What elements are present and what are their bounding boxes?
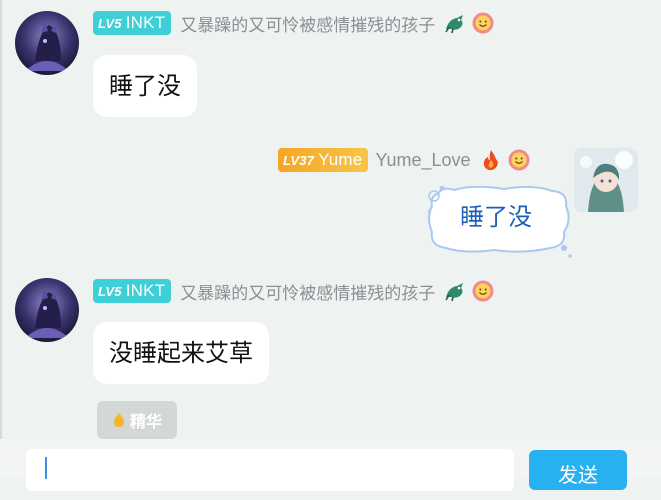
avatar[interactable] [15,11,79,75]
level-badge: LV5 INKT [93,279,172,303]
smiley-face-icon [471,279,495,303]
send-button[interactable]: 发送 [529,450,627,490]
drop-icon [113,413,124,427]
fire-icon [479,148,503,172]
left-border [0,0,2,478]
message-bubble[interactable]: 睡了没 [93,55,197,117]
username[interactable]: 又暴躁的又可怜被感情摧残的孩子 [180,11,435,36]
dragon-icon [443,279,467,303]
dragon-icon [443,11,467,35]
composer-bar: 发送 [0,439,661,491]
level-badge: LV37 Yume [278,148,369,172]
smiley-face-icon [507,148,531,172]
message-text: 睡了没 [460,203,532,231]
avatar[interactable] [574,148,638,212]
message-header: LV37 Yume Yume_Love [278,146,531,174]
smiley-face-icon [471,11,495,35]
avatar[interactable] [15,278,79,342]
level-badge: LV5 INKT [93,11,172,35]
message-header: LV5 INKT 又暴躁的又可怜被感情摧残的孩子 [93,9,495,37]
message-bubble[interactable]: 没睡起来艾草 [93,322,269,384]
message-input[interactable] [26,449,514,491]
username[interactable]: 又暴躁的又可怜被感情摧残的孩子 [180,279,435,304]
username[interactable]: Yume_Love [375,150,470,171]
text-caret [45,457,47,479]
essence-tag[interactable]: 精华 [97,401,177,439]
message-bubble[interactable]: 睡了没 [424,186,574,262]
message-header: LV5 INKT 又暴躁的又可怜被感情摧残的孩子 [93,277,495,305]
